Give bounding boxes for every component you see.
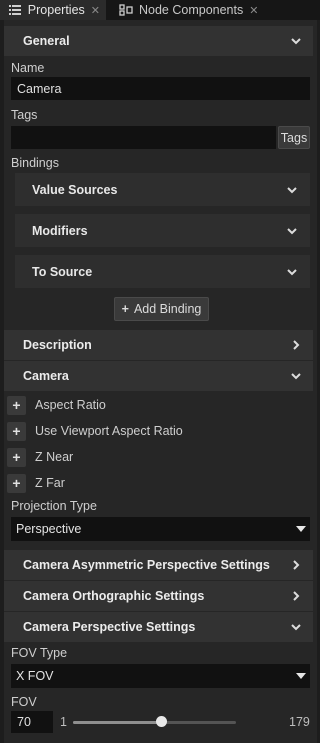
close-icon[interactable]: ✕ <box>91 4 100 17</box>
fov-max-label: 179 <box>289 715 310 729</box>
add-binding-label: Add Binding <box>133 302 202 316</box>
list-icon <box>9 4 22 16</box>
section-title: Camera Asymmetric Perspective Settings <box>23 558 270 572</box>
tab-bar: Properties ✕ Node Components ✕ <box>0 0 320 20</box>
section-general[interactable]: General <box>4 26 313 56</box>
binding-modifiers[interactable]: Modifiers <box>15 214 310 247</box>
section-description[interactable]: Description <box>4 330 313 360</box>
plus-icon[interactable]: + <box>7 473 26 493</box>
dropdown-value: X FOV <box>16 669 54 683</box>
chevron-right-icon <box>293 591 300 601</box>
fov-type-label: FOV Type <box>11 646 68 660</box>
tab-node-components[interactable]: Node Components ✕ <box>110 0 264 20</box>
plus-icon[interactable]: + <box>7 447 26 467</box>
fov-value-field[interactable]: 70 <box>11 711 53 733</box>
projection-type-dropdown[interactable]: Perspective <box>11 517 310 541</box>
add-property-use-viewport-aspect-ratio[interactable]: + Use Viewport Aspect Ratio <box>7 421 183 441</box>
chevron-down-icon <box>287 187 297 194</box>
section-camera-perspective[interactable]: Camera Perspective Settings <box>4 612 313 642</box>
chevron-down-icon <box>291 373 301 380</box>
plus-icon[interactable]: + <box>7 395 26 415</box>
property-label: Z Far <box>35 476 65 490</box>
binding-title: To Source <box>32 264 93 279</box>
caret-down-icon <box>296 673 306 679</box>
close-icon[interactable]: ✕ <box>249 4 258 17</box>
fov-label: FOV <box>11 695 37 709</box>
binding-title: Value Sources <box>32 182 118 197</box>
chevron-down-icon <box>287 228 297 235</box>
section-title: Camera <box>23 369 69 383</box>
chevron-right-icon <box>293 340 300 350</box>
tags-label: Tags <box>11 108 38 122</box>
section-title: Description <box>23 338 92 352</box>
fov-type-dropdown[interactable]: X FOV <box>11 664 310 688</box>
name-label: Name <box>11 61 45 75</box>
section-camera-orthographic[interactable]: Camera Orthographic Settings <box>4 581 313 611</box>
tab-label: Properties <box>27 3 85 17</box>
projection-type-label: Projection Type <box>11 499 97 513</box>
fov-min-label: 1 <box>60 715 67 729</box>
tab-label: Node Components <box>139 3 244 17</box>
add-property-z-far[interactable]: + Z Far <box>7 473 65 493</box>
chevron-down-icon <box>287 269 297 276</box>
bindings-label: Bindings <box>11 156 59 170</box>
property-label: Use Viewport Aspect Ratio <box>35 424 183 438</box>
tags-field[interactable] <box>11 126 276 149</box>
add-property-z-near[interactable]: + Z Near <box>7 447 73 467</box>
name-field[interactable]: Camera <box>11 77 310 100</box>
add-property-aspect-ratio[interactable]: + Aspect Ratio <box>7 395 106 415</box>
binding-title: Modifiers <box>32 223 88 238</box>
section-camera[interactable]: Camera <box>4 361 313 391</box>
binding-to-source[interactable]: To Source <box>15 255 310 288</box>
components-icon <box>119 4 133 16</box>
section-title: General <box>23 34 70 48</box>
chevron-right-icon <box>293 560 300 570</box>
tab-properties[interactable]: Properties ✕ <box>0 0 106 20</box>
section-camera-asymmetric[interactable]: Camera Asymmetric Perspective Settings <box>4 550 313 580</box>
plus-icon: + <box>121 302 129 316</box>
section-title: Camera Orthographic Settings <box>23 589 205 603</box>
tags-button[interactable]: Tags <box>278 126 310 149</box>
chevron-down-icon <box>291 38 301 45</box>
property-label: Z Near <box>35 450 74 464</box>
property-label: Aspect Ratio <box>35 398 106 412</box>
caret-down-icon <box>296 526 306 532</box>
dropdown-value: Perspective <box>16 522 82 536</box>
section-title: Camera Perspective Settings <box>23 620 196 634</box>
plus-icon[interactable]: + <box>7 421 26 441</box>
fov-slider-fill <box>73 721 162 724</box>
add-binding-button[interactable]: + Add Binding <box>114 297 209 321</box>
binding-value-sources[interactable]: Value Sources <box>15 173 310 206</box>
chevron-down-icon <box>291 624 301 631</box>
fov-slider-track[interactable] <box>73 721 236 724</box>
